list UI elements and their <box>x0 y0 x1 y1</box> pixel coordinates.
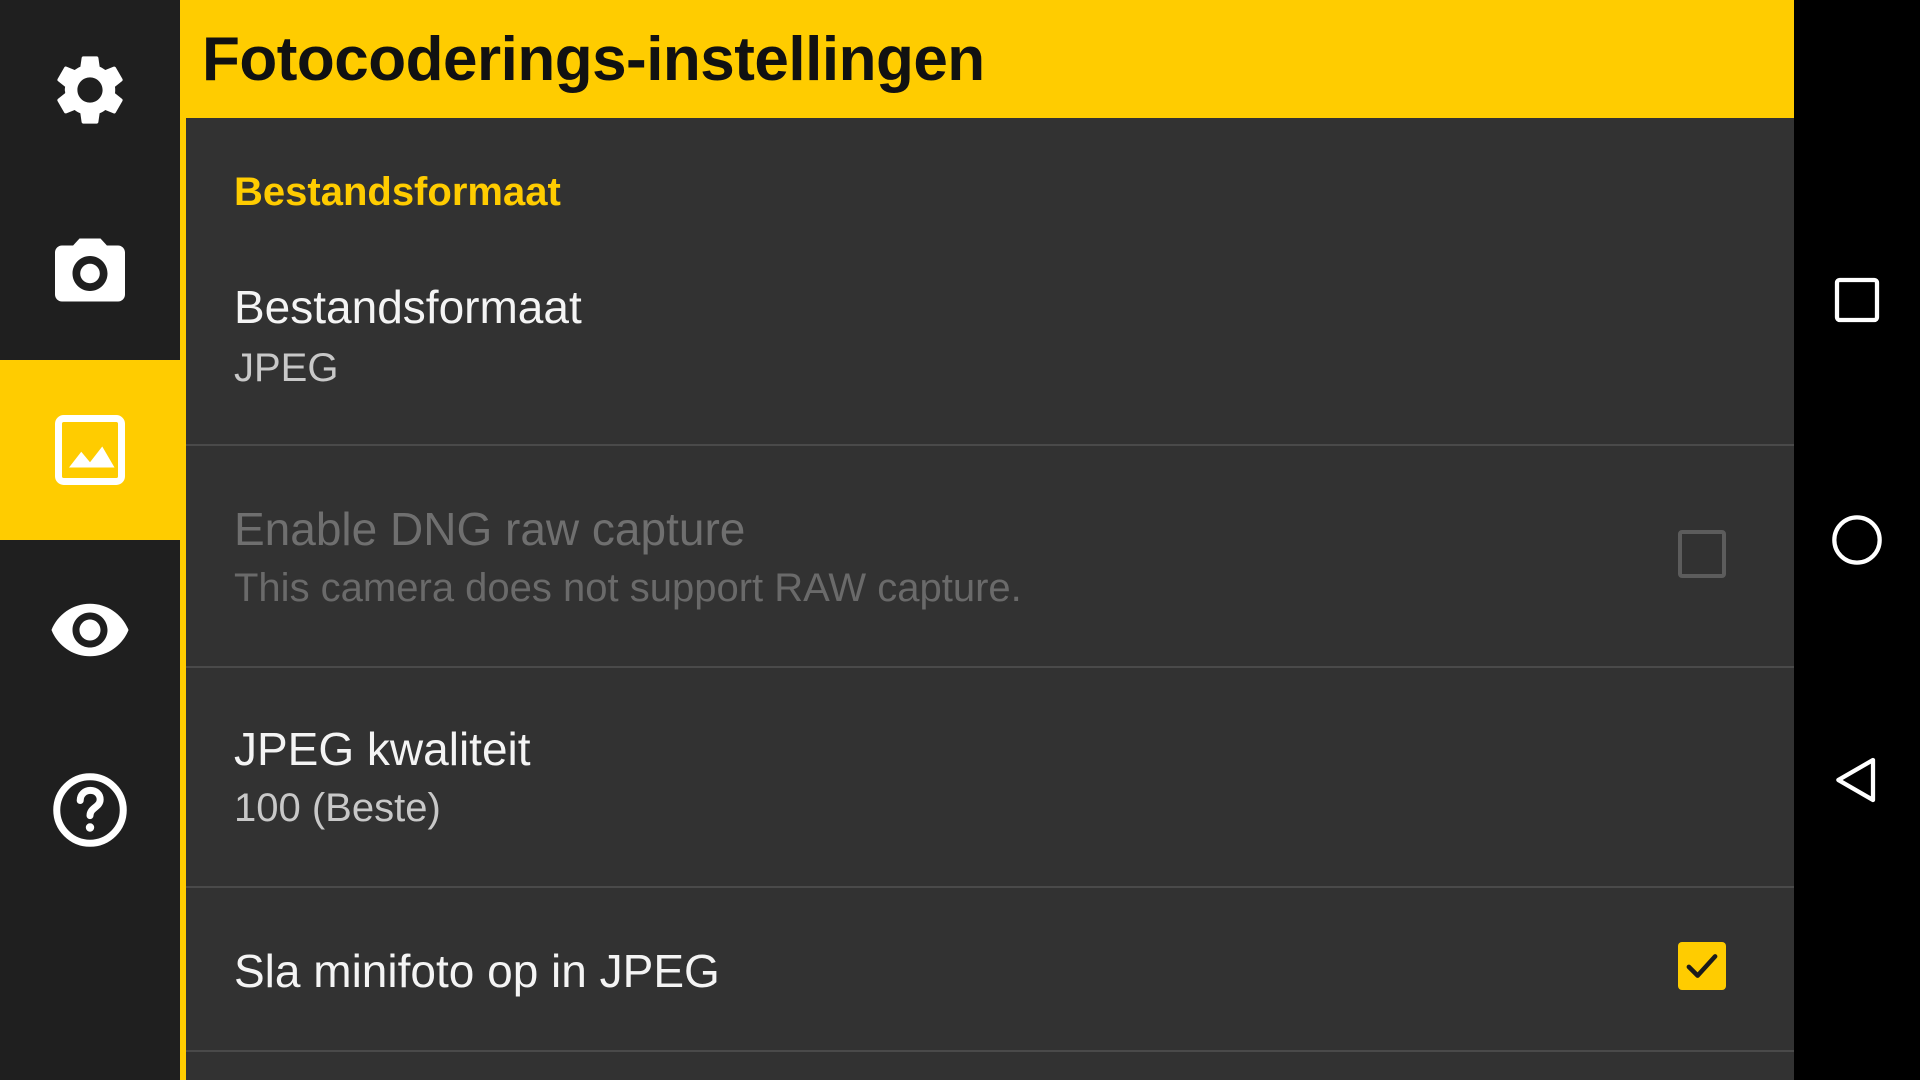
pref-file-format[interactable]: Bestandsformaat JPEG <box>186 250 1794 446</box>
section-title: Bestandsformaat <box>234 170 561 214</box>
system-navigation-bar <box>1794 0 1920 1080</box>
sidebar-item-help[interactable] <box>0 720 180 900</box>
checkmark-icon <box>1686 954 1718 978</box>
back-icon <box>1836 757 1876 803</box>
thumbnail-checkbox[interactable] <box>1678 942 1726 990</box>
pref-summary: 100 (Beste) <box>234 786 441 830</box>
pref-dng-raw: Enable DNG raw capture This camera does … <box>186 446 1794 668</box>
camera-icon <box>55 238 125 302</box>
home-icon <box>1832 515 1882 565</box>
page-title: Fotocoderings-instellingen <box>202 25 985 94</box>
gear-icon <box>57 56 123 124</box>
home-button[interactable] <box>1825 508 1889 572</box>
sidebar-item-general[interactable] <box>0 0 180 180</box>
pref-summary: This camera does not support RAW capture… <box>234 566 1022 610</box>
pref-summary: JPEG <box>234 346 339 390</box>
image-icon <box>55 415 125 485</box>
sidebar-item-preview[interactable] <box>0 540 180 720</box>
sidebar-item-photo[interactable] <box>0 360 180 540</box>
pref-title: JPEG kwaliteit <box>234 723 531 775</box>
header-bar: Fotocoderings-instellingen <box>186 0 1794 118</box>
pref-title: Sla minifoto op in JPEG <box>234 945 720 997</box>
settings-sidebar <box>0 0 180 1080</box>
recents-button[interactable] <box>1825 268 1889 332</box>
pref-thumbnail[interactable]: Sla minifoto op in JPEG <box>186 888 1794 1052</box>
pref-title: Enable DNG raw capture <box>234 503 746 555</box>
settings-panel: Fotocoderings-instellingen Bestandsforma… <box>186 0 1794 1080</box>
recents-icon <box>1834 277 1880 323</box>
back-button[interactable] <box>1825 748 1889 812</box>
pref-title: Bestandsformaat <box>234 281 582 333</box>
pref-jpeg-quality[interactable]: JPEG kwaliteit 100 (Beste) <box>186 668 1794 888</box>
sidebar-item-camera[interactable] <box>0 180 180 360</box>
help-icon <box>53 773 127 847</box>
dng-raw-checkbox <box>1678 530 1726 578</box>
eye-icon <box>51 603 129 657</box>
